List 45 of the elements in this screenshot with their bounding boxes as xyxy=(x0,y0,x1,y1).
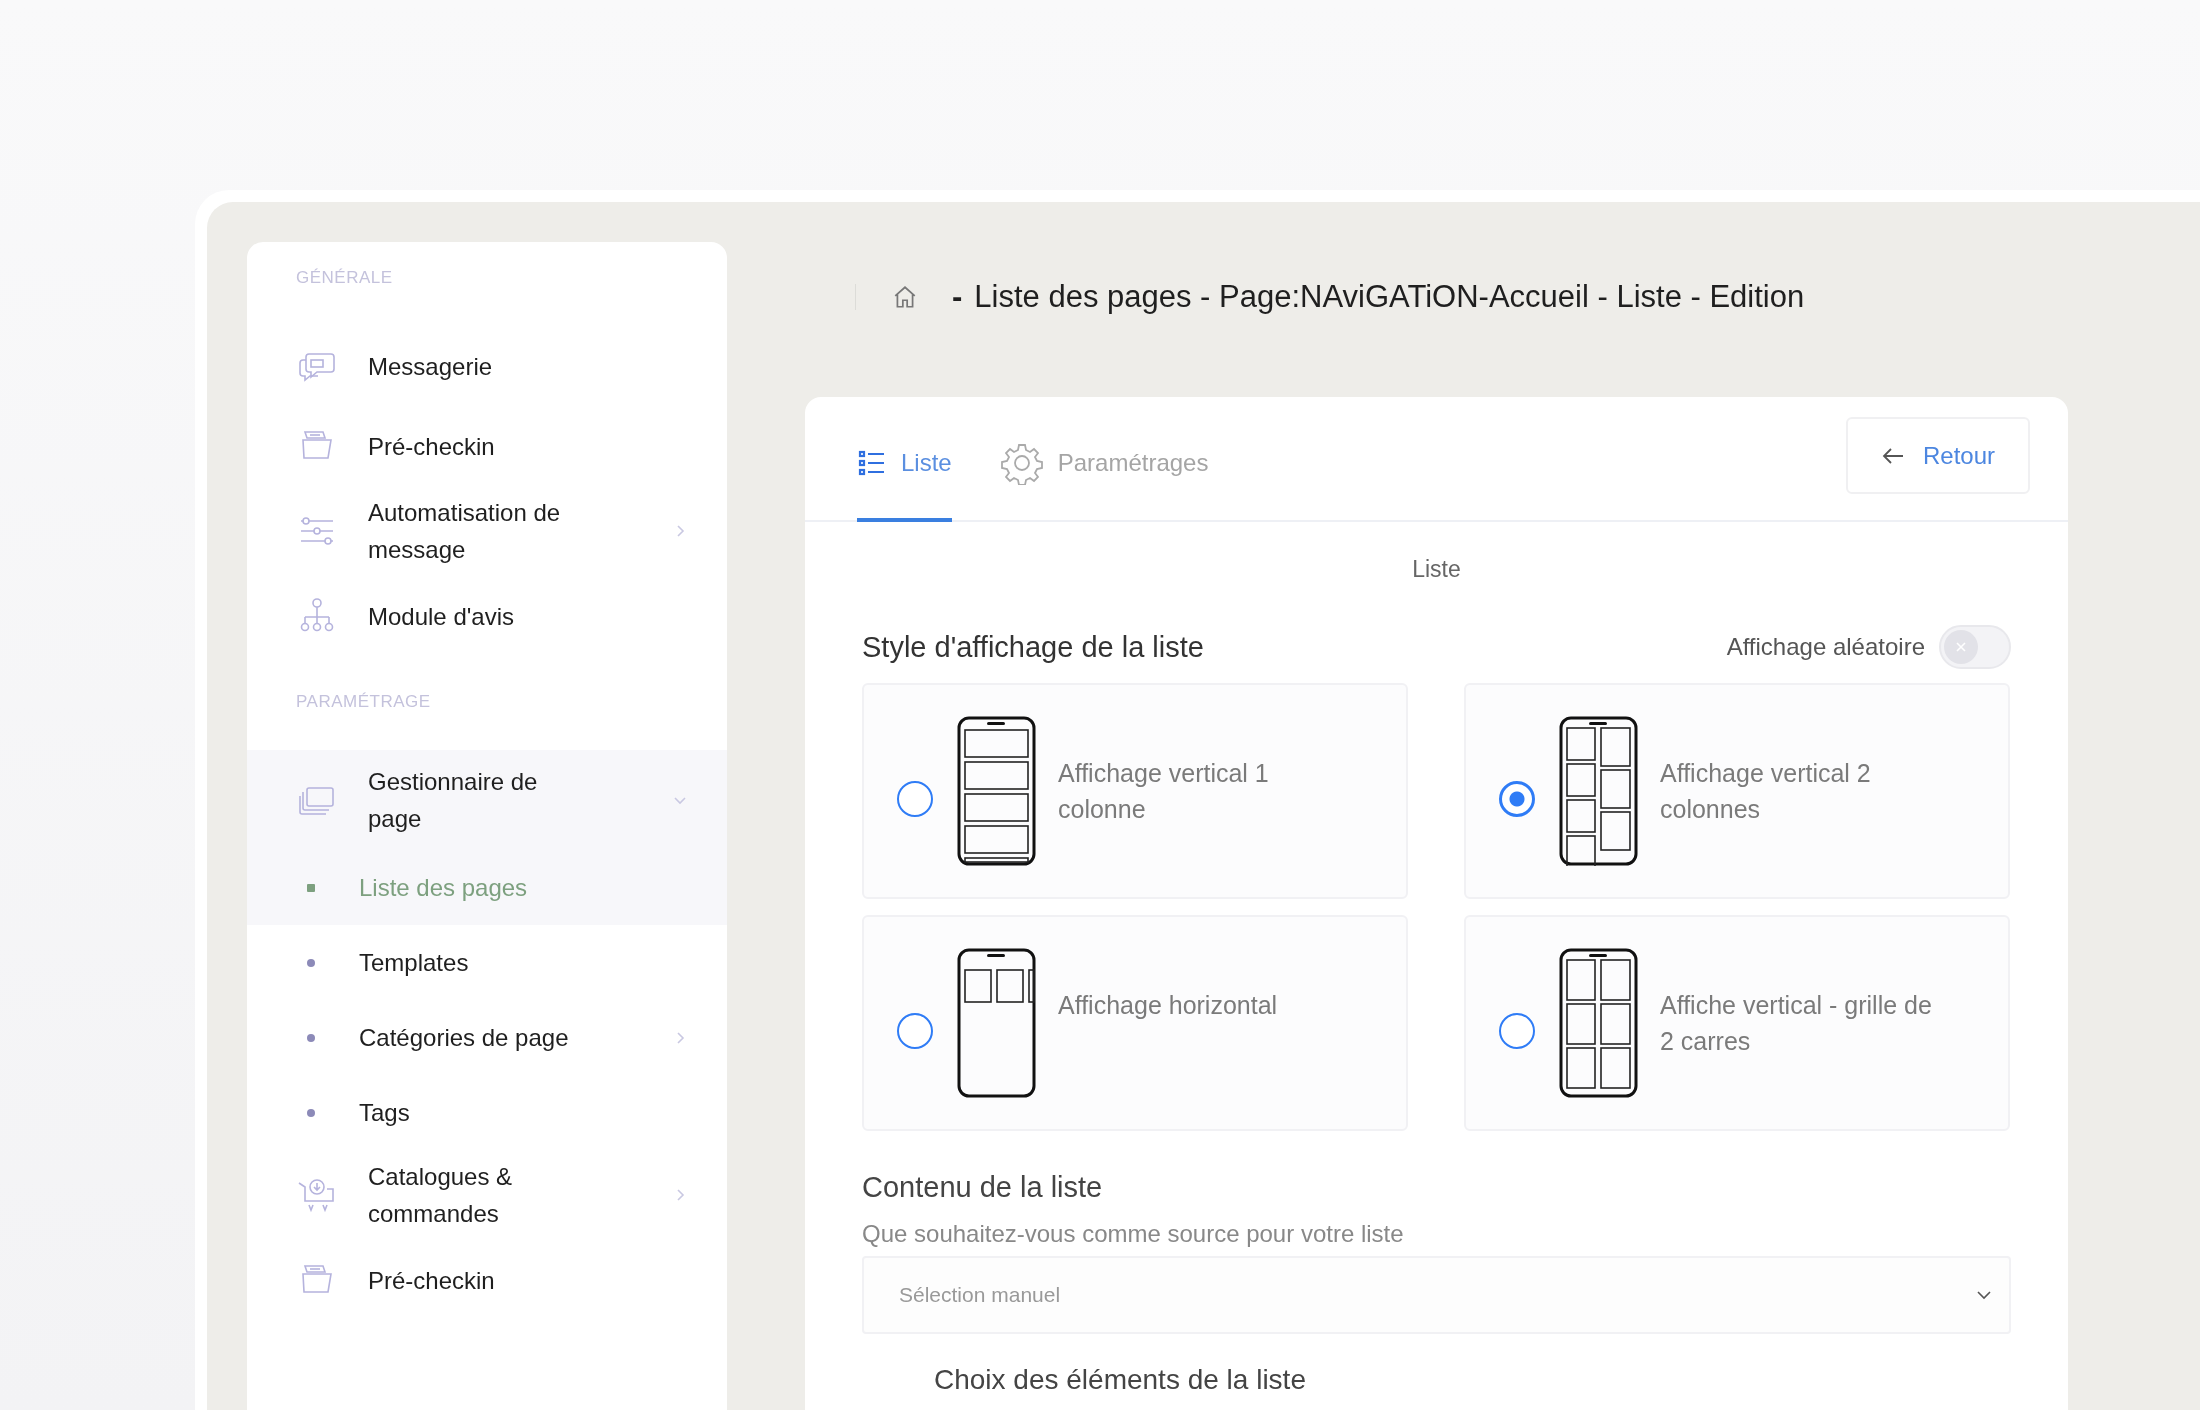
sidebar-item[interactable]: Messagerie xyxy=(247,326,727,406)
radio-button[interactable] xyxy=(897,1013,933,1049)
radio-button[interactable] xyxy=(897,781,933,817)
phone-layout-icon xyxy=(1559,948,1638,1098)
phone-layout-icon xyxy=(957,716,1036,866)
layout-option[interactable]: Affichage horizontal xyxy=(862,915,1408,1131)
sidebar-subitem[interactable]: Templates xyxy=(247,925,727,1000)
section-title: Contenu de la liste xyxy=(862,1171,1104,1204)
toggle-label: Affichage aléatoire xyxy=(1726,633,1925,661)
section-heading: GÉNÉRALE xyxy=(295,268,394,288)
back-button[interactable]: Retour xyxy=(1846,417,2030,494)
section-title: Style d'affichage de la liste xyxy=(862,630,1204,664)
layout-option[interactable]: Affichage vertical 2 colonnes xyxy=(1464,683,2010,899)
arrow-left-icon xyxy=(1880,446,1905,465)
panel-title: Liste xyxy=(1411,556,1462,583)
option-label: Affichage vertical 1 colonne xyxy=(1058,758,1270,825)
breadcrumb-separator: - xyxy=(952,279,963,315)
layout-option[interactable]: Affiche vertical - grille de 2 carres xyxy=(1464,915,2010,1131)
phone-layout-icon xyxy=(1559,716,1638,866)
layout-option[interactable]: Affichage vertical 1 colonne xyxy=(862,683,1408,899)
sidebar-item[interactable]: Gestionnaire de page xyxy=(247,750,727,850)
close-icon xyxy=(1955,641,1967,653)
phone-layout-icon xyxy=(957,948,1036,1098)
bullet-icon xyxy=(307,958,315,967)
radio-button[interactable] xyxy=(1499,781,1535,817)
sidebar-subitem[interactable]: Catégories de page xyxy=(247,1000,727,1075)
sidebar-item[interactable]: Pré-checkin xyxy=(247,406,727,486)
home-icon[interactable] xyxy=(892,284,918,310)
sidebar-item[interactable]: Catalogues & commandes xyxy=(247,1150,727,1240)
bullet-icon xyxy=(307,883,315,892)
toggle-switch[interactable] xyxy=(1939,625,2011,669)
field-label: Que souhaitez-vous comme source pour votre liste xyxy=(862,1220,1405,1248)
bullet-icon xyxy=(307,1033,315,1042)
sidebar-item[interactable]: Automatisation de message xyxy=(247,486,727,576)
bullet-icon xyxy=(307,1108,315,1117)
sidebar-subitem[interactable]: Tags xyxy=(247,1075,727,1150)
option-label: Affiche vertical - grille de 2 carres xyxy=(1660,990,1932,1057)
sidebar-item[interactable]: Module d'avis xyxy=(247,576,727,656)
section-heading: PARAMÉTRAGE xyxy=(295,692,432,712)
option-label: Affichage vertical 2 colonnes xyxy=(1660,758,1872,825)
option-label: Affichage horizontal xyxy=(1058,990,1279,1021)
radio-button[interactable] xyxy=(1499,1013,1535,1049)
breadcrumb: Liste des pages - Page:NAviGATiON-Accueil - Liste - Edition xyxy=(974,279,1805,315)
sidebar-item[interactable]: Pré-checkin xyxy=(247,1240,727,1320)
section-title: Choix des éléments de la liste xyxy=(934,1364,1307,1396)
